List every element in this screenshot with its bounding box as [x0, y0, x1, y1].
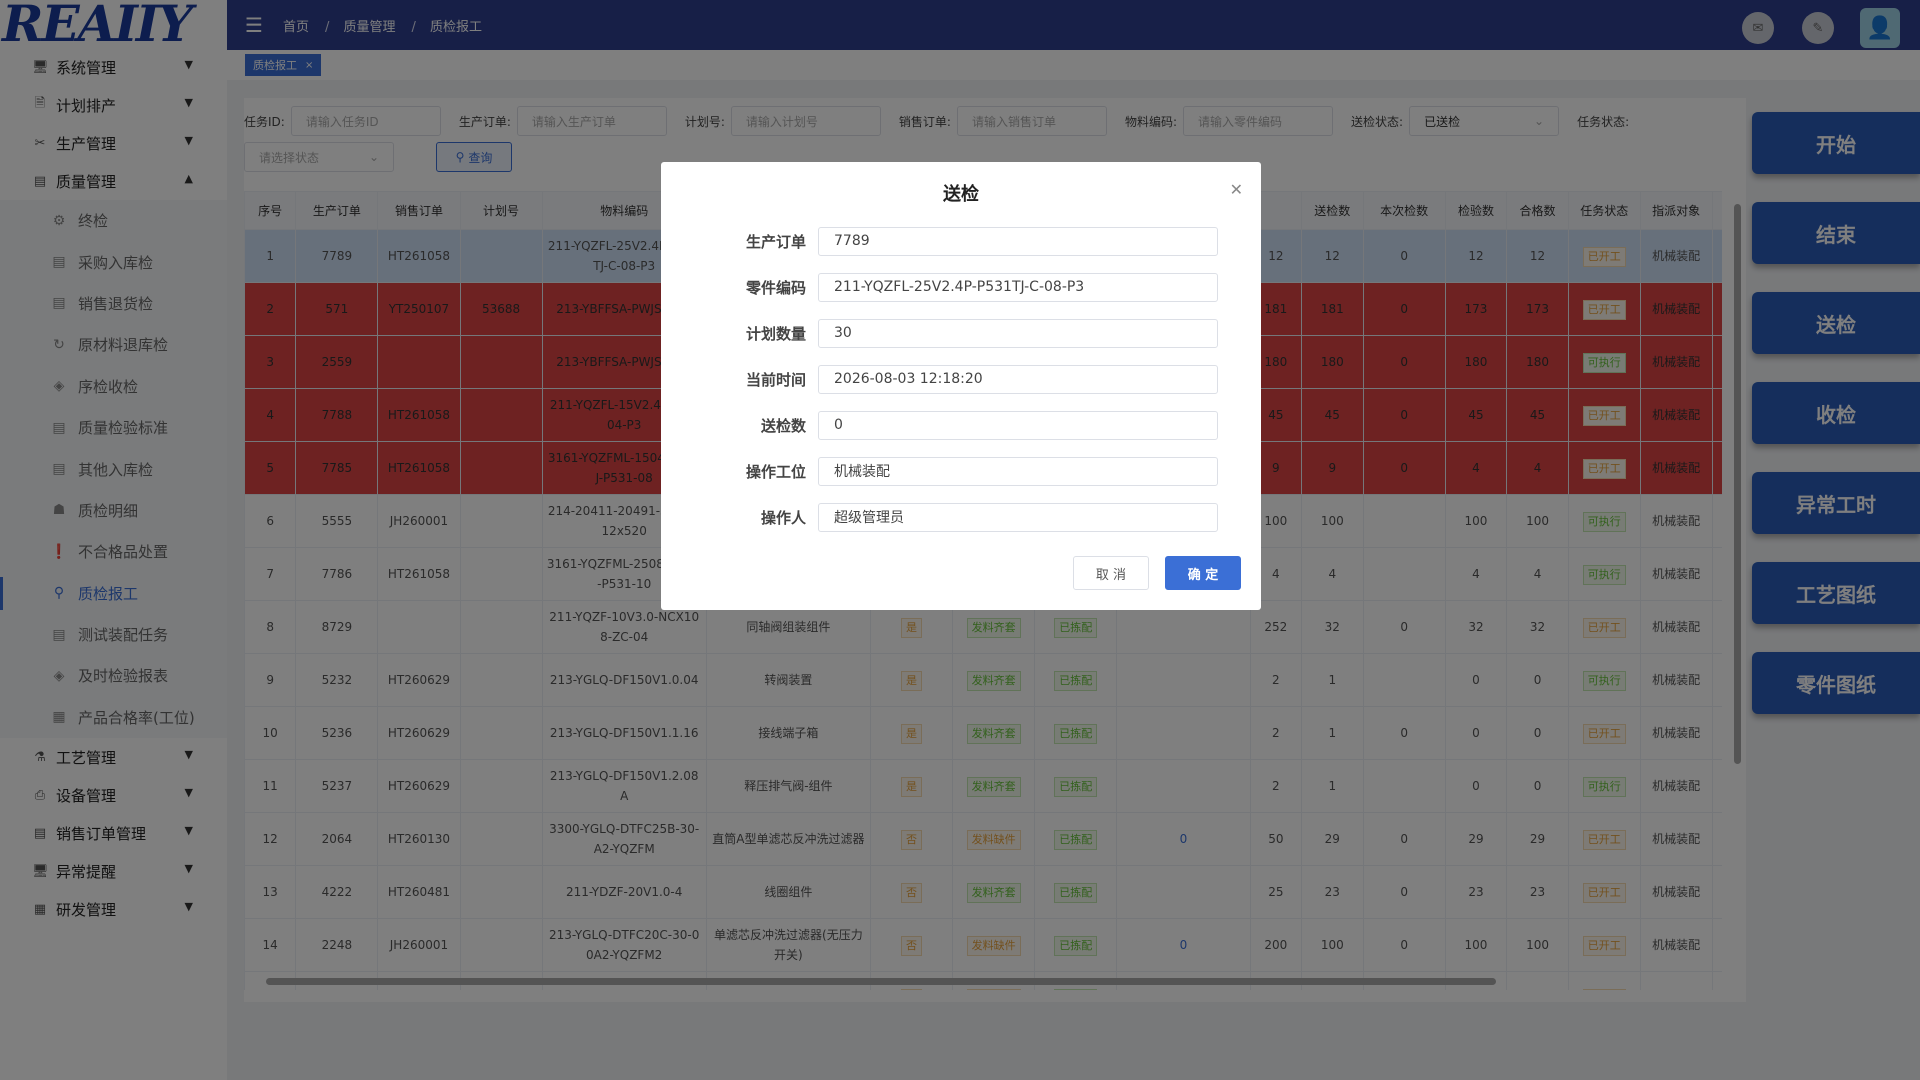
- dialog-field-label: 计划数量: [745, 324, 806, 343]
- dialog-field-input[interactable]: 2026-08-03 12:18:20: [818, 364, 1218, 394]
- dialog-field-input[interactable]: 0: [818, 410, 1218, 440]
- dialog-field-label: 零件编码: [745, 278, 806, 297]
- dialog-field-row: 零件编码 211-YQZFL-25V2.4P-P531TJ-C-08-P3: [661, 264, 1261, 310]
- dialog-field-label: 当前时间: [745, 370, 806, 389]
- dialog-title: 送检: [943, 184, 979, 205]
- dialog-field-input[interactable]: 机械装配: [818, 456, 1218, 486]
- dialog-field-row: 操作人 超级管理员: [661, 494, 1261, 540]
- dialog-field-input[interactable]: 7789: [818, 226, 1218, 256]
- dialog-field-row: 生产订单 7789: [661, 218, 1261, 264]
- dialog-form: 生产订单 7789 零件编码 211-YQZFL-25V2.4P-P531TJ-C-0…: [661, 218, 1261, 540]
- dialog-field-input[interactable]: 211-YQZFL-25V2.4P-P531TJ-C-08-P3: [818, 272, 1218, 302]
- confirm-button[interactable]: 确 定: [1165, 556, 1241, 590]
- dialog-field-row: 送检数 0: [661, 402, 1261, 448]
- dialog-field-input[interactable]: 超级管理员: [818, 502, 1218, 532]
- dialog-field-label: 送检数: [760, 416, 806, 435]
- dialog-field-row: 当前时间 2026-08-03 12:18:20: [661, 356, 1261, 402]
- dialog-field-label: 操作人: [760, 508, 806, 527]
- dialog-field-label: 生产订单: [745, 232, 806, 251]
- dialog-field-input[interactable]: 30: [818, 318, 1218, 348]
- dialog-field-row: 计划数量 30: [661, 310, 1261, 356]
- dialog-field-label: 操作工位: [745, 462, 806, 481]
- dialog-field-row: 操作工位 机械装配: [661, 448, 1261, 494]
- cancel-button[interactable]: 取 消: [1073, 556, 1149, 590]
- send-inspection-dialog: 送检 ✕ 生产订单 7789 零件编码 211-YQZFL-25V2.4P-P531T…: [661, 162, 1261, 610]
- close-icon[interactable]: ✕: [1230, 180, 1243, 199]
